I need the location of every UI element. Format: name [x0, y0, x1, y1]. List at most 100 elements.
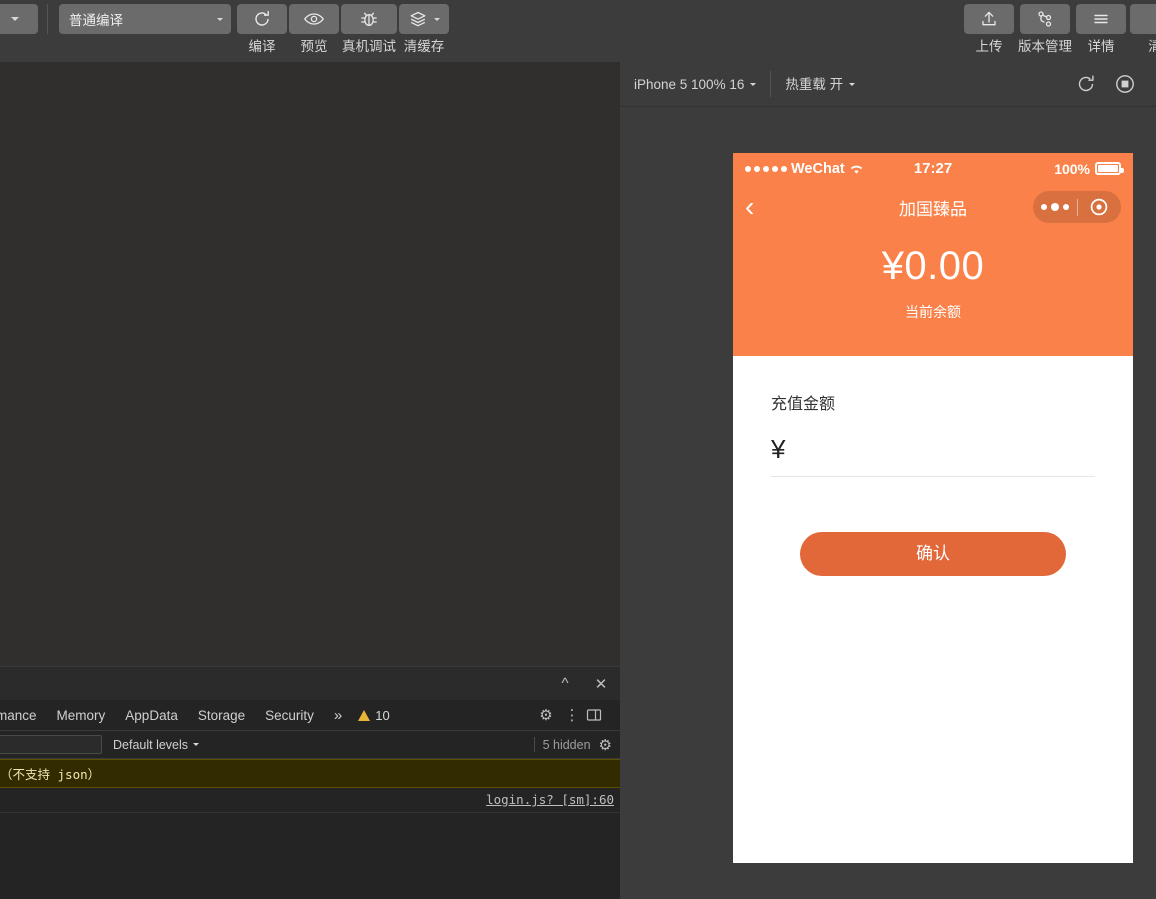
phone-viewport[interactable]: WeChat 17:27 100% ‹ 加国臻品 ¥0.00 当前余额 充值金额…	[733, 153, 1133, 863]
balance-block: ¥0.00 当前余额	[733, 230, 1133, 356]
main-toolbar: 普通编译 编译 预览 真机调试 清缓存 上传 版本管理 详情 清	[0, 0, 1156, 62]
console-message-source-row: login.js? [sm]:60	[0, 788, 620, 813]
toolbar-item-version[interactable]: 版本管理	[1018, 4, 1072, 55]
clear-cache-label: 清缓存	[403, 39, 445, 54]
caret-down-icon	[11, 17, 19, 21]
toolbar-item-overflow[interactable]: 清	[1130, 4, 1156, 55]
device-debug-button[interactable]	[341, 4, 397, 34]
toolbar-item-details[interactable]: 详情	[1076, 4, 1126, 55]
compile-mode-selector[interactable]: 普通编译	[57, 4, 231, 34]
layers-icon	[410, 11, 425, 27]
confirm-button[interactable]: 确认	[800, 532, 1066, 576]
tab-memory[interactable]: Memory	[47, 700, 116, 731]
warning-triangle-icon	[358, 709, 371, 721]
simulator-actions	[1076, 73, 1156, 95]
hot-reload-selector[interactable]: 热重载 开	[771, 62, 869, 107]
tab-security[interactable]: Security	[255, 700, 324, 731]
stop-record-icon[interactable]	[1114, 73, 1136, 95]
device-selector[interactable]: iPhone 5 100% 16	[620, 62, 770, 107]
wechat-capsule	[1033, 191, 1121, 223]
close-icon[interactable]: ✕	[592, 675, 610, 693]
app-root: 普通编译 编译 预览 真机调试 清缓存 上传 版本管理 详情 清 ^ ✕ man…	[0, 0, 1156, 899]
account-dropdown-button[interactable]	[0, 4, 38, 34]
upload-icon	[982, 11, 996, 26]
divider	[533, 737, 535, 752]
code-editor-area[interactable]	[0, 62, 620, 666]
phone-header: WeChat 17:27 100% ‹ 加国臻品 ¥0.00 当前余额	[733, 153, 1133, 356]
toolbar-overflow-button[interactable]	[1130, 4, 1156, 34]
amount-input[interactable]	[793, 439, 1095, 462]
bug-icon	[361, 12, 377, 27]
console-levels-label: Default levels	[113, 737, 189, 752]
chevron-down-icon	[750, 82, 757, 86]
tab-appdata[interactable]: AppData	[115, 700, 188, 731]
toolbar-left-group: 普通编译 编译 预览 真机调试 清缓存	[0, 0, 449, 55]
chevron-left-icon[interactable]: ‹	[745, 193, 767, 221]
console-message-list: （不支持 json） login.js? [sm]:60	[0, 759, 620, 813]
devtools-tools: ⚙ ⋮	[534, 706, 620, 724]
hot-reload-label: 热重载 开	[785, 76, 844, 92]
compile-label: 编译	[248, 39, 276, 54]
preview-button[interactable]	[289, 4, 339, 34]
toolbar-overflow-label: 清	[1148, 39, 1156, 54]
console-filter-bar: Default levels 5 hidden ⚙	[0, 731, 620, 759]
kebab-menu-icon[interactable]: ⋮	[560, 706, 584, 724]
console-filter-input[interactable]	[0, 735, 102, 754]
simulator-stage: WeChat 17:27 100% ‹ 加国臻品 ¥0.00 当前余额 充值金额…	[620, 107, 1156, 899]
recharge-form: 充值金额 ¥ 确认	[733, 356, 1133, 576]
eye-icon	[304, 13, 324, 25]
chevron-down-icon	[433, 17, 440, 21]
toolbar-item-device-debug[interactable]: 真机调试	[341, 4, 397, 55]
balance-label: 当前余额	[905, 304, 961, 320]
toolbar-account-dropdown[interactable]	[0, 4, 38, 34]
clear-cache-button[interactable]	[399, 4, 449, 34]
tab-performance[interactable]: mance	[0, 700, 47, 731]
toolbar-action-group: 编译 预览 真机调试 清缓存	[237, 0, 449, 55]
more-dots-icon[interactable]	[1033, 203, 1077, 211]
details-label: 详情	[1087, 39, 1115, 54]
toolbar-item-compile[interactable]: 编译	[237, 4, 287, 55]
device-debug-label: 真机调试	[342, 39, 396, 54]
currency-symbol: ¥	[771, 434, 786, 464]
console-source-link[interactable]: login.js? [sm]:60	[486, 792, 614, 807]
version-management-label: 版本管理	[1018, 39, 1072, 54]
compile-mode-combo[interactable]: 普通编译	[59, 4, 231, 34]
toolbar-item-clear-cache[interactable]: 清缓存	[399, 4, 449, 55]
chevron-up-icon[interactable]: ^	[556, 675, 574, 692]
warning-badge[interactable]: 10	[358, 707, 390, 723]
target-circle-icon[interactable]	[1078, 197, 1122, 217]
chevron-down-icon	[193, 743, 200, 746]
compile-button[interactable]	[237, 4, 287, 34]
battery-full-icon	[1095, 162, 1124, 175]
version-management-button[interactable]	[1020, 4, 1070, 34]
upload-label: 上传	[975, 39, 1003, 54]
toolbar-item-preview[interactable]: 预览	[289, 4, 339, 55]
chevron-down-icon	[217, 17, 223, 21]
console-filter-right: 5 hidden ⚙	[533, 736, 620, 754]
status-bar-time: 17:27	[913, 160, 953, 177]
simulator-panel: iPhone 5 100% 16 热重载 开 WeChat 17:27 100%…	[620, 62, 1156, 899]
refresh-circle-icon[interactable]	[1076, 74, 1096, 94]
console-levels-dropdown[interactable]: Default levels	[113, 737, 200, 752]
warning-count: 10	[375, 707, 390, 723]
gear-icon[interactable]: ⚙	[599, 736, 612, 754]
toolbar-item-upload[interactable]: 上传	[964, 4, 1014, 55]
console-warning-message[interactable]: （不支持 json）	[0, 759, 620, 788]
toolbar-right-group: 上传 版本管理 详情 清	[960, 0, 1156, 55]
tab-storage[interactable]: Storage	[188, 700, 255, 731]
amount-field-label: 充值金额	[771, 396, 836, 413]
refresh-icon	[255, 10, 269, 26]
amount-input-row[interactable]: ¥	[771, 414, 1095, 477]
dock-panel-icon[interactable]	[586, 708, 610, 722]
console-hidden-count[interactable]: 5 hidden	[543, 738, 591, 752]
upload-button[interactable]	[964, 4, 1014, 34]
preview-label: 预览	[300, 39, 328, 54]
compile-mode-value: 普通编译	[69, 13, 123, 28]
details-button[interactable]	[1076, 4, 1126, 34]
status-bar: WeChat 17:27 100%	[733, 153, 1133, 184]
device-selector-label: iPhone 5 100% 16	[634, 76, 745, 92]
balance-amount: ¥0.00	[881, 244, 985, 288]
toolbar-divider	[47, 4, 48, 34]
double-chevron-right-icon[interactable]: »	[324, 707, 352, 724]
gear-icon[interactable]: ⚙	[534, 706, 558, 724]
